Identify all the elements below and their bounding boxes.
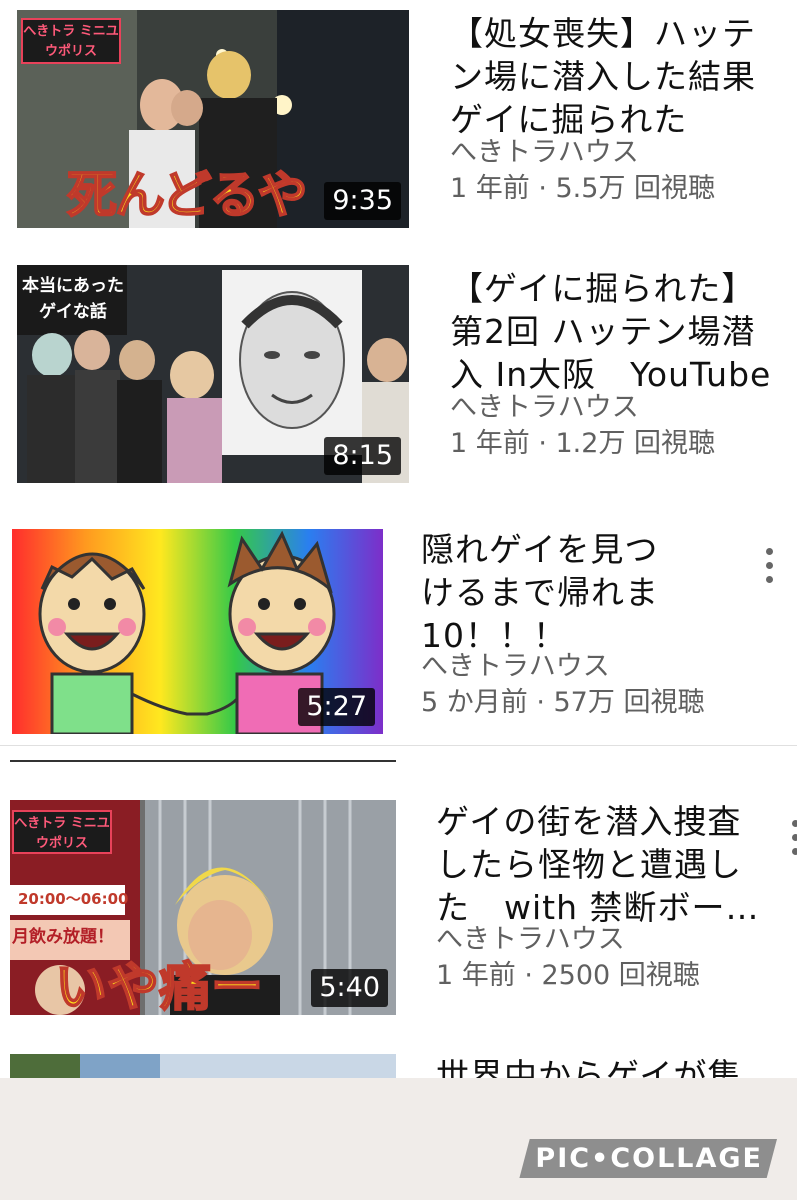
video-thumbnail[interactable]: へきトラ ミニユウポリス 死んどるや 9:35 bbox=[17, 10, 409, 228]
thumbnail-badge: へきトラ ミニユウポリス bbox=[12, 810, 112, 854]
video-card[interactable]: 世界中からゲイが集 bbox=[0, 1050, 797, 1078]
thumbnail-image bbox=[10, 1054, 396, 1078]
channel-name[interactable]: へきトラハウス bbox=[450, 136, 639, 170]
title-line: ン場に潜入した結果 bbox=[450, 57, 756, 96]
thumbnail-badge: へきトラ ミニユウポリス bbox=[21, 18, 121, 64]
video-meta: 1 年前 · 1.2万 回視聴 bbox=[450, 428, 716, 459]
video-duration: 9:35 bbox=[324, 182, 401, 220]
channel-name[interactable]: へきトラハウス bbox=[421, 650, 610, 684]
thumbnail-badge: 本当にあったゲイな話 bbox=[22, 276, 124, 322]
thumbnail-sign-text: 月飲み放題！ bbox=[12, 927, 114, 947]
video-thumbnail[interactable]: 5:27 bbox=[12, 529, 383, 734]
video-meta: 1 年前 · 2500 回視聴 bbox=[436, 960, 700, 991]
title-line: 【ゲイに掘られた】 bbox=[450, 269, 756, 308]
video-thumbnail[interactable] bbox=[10, 1054, 396, 1078]
video-title[interactable]: 【処女喪失】ハッテ ン場に潜入した結果 ゲイに掘られた bbox=[450, 12, 790, 141]
title-line: けるまで帰れま bbox=[421, 573, 659, 612]
title-line: 隠れゲイを見つ bbox=[421, 530, 659, 569]
video-title[interactable]: 隠れゲイを見つ けるまで帰れま 10！！！ bbox=[421, 528, 741, 657]
video-thumbnail[interactable]: へきトラ ミニユウポリス 20:00～06:00 月飲み放題！ いや痛ー 5:4… bbox=[10, 800, 396, 1015]
title-line: 世界中からゲイが集 bbox=[436, 1056, 742, 1078]
channel-name[interactable]: へきトラハウス bbox=[450, 391, 639, 425]
video-meta: 5 か月前 · 57万 回視聴 bbox=[421, 687, 705, 718]
video-card[interactable]: 本当にあったゲイな話 8:15 【ゲイに掘られた】 第2回 ハッテン場潜 入 I… bbox=[0, 255, 797, 495]
video-card[interactable]: へきトラ ミニユウポリス 20:00～06:00 月飲み放題！ いや痛ー 5:4… bbox=[0, 790, 797, 1030]
thumbnail-sign-text: 20:00～06:00 bbox=[18, 890, 129, 908]
more-options-icon[interactable] bbox=[789, 820, 797, 855]
video-duration: 5:40 bbox=[311, 969, 388, 1007]
title-line: ゲイに掘られた bbox=[450, 100, 688, 139]
video-title[interactable]: 【ゲイに掘られた】 第2回 ハッテン場潜 入 In大阪 YouTube bbox=[450, 267, 790, 396]
title-line: ゲイの街を潜入捜査 bbox=[436, 802, 742, 841]
video-meta: 1 年前 · 5.5万 回視聴 bbox=[450, 173, 716, 204]
title-line: 【処女喪失】ハッテ bbox=[450, 14, 756, 53]
divider bbox=[0, 745, 797, 746]
title-line: 第2回 ハッテン場潜 bbox=[450, 312, 756, 351]
channel-name[interactable]: へきトラハウス bbox=[436, 923, 625, 957]
divider bbox=[10, 760, 396, 762]
video-card[interactable]: へきトラ ミニユウポリス 死んどるや 9:35 【処女喪失】ハッテ ン場に潜入し… bbox=[0, 0, 797, 240]
video-thumbnail[interactable]: 本当にあったゲイな話 8:15 bbox=[17, 265, 409, 483]
video-duration: 5:27 bbox=[298, 688, 375, 726]
thumbnail-caption: 死んどるや bbox=[66, 165, 308, 225]
pic-collage-logo: PIC•COLLAGE bbox=[519, 1139, 777, 1178]
thumbnail-caption: いや痛ー bbox=[54, 957, 264, 1015]
title-line: したら怪物と遭遇し bbox=[436, 845, 742, 884]
collage-footer: PIC•COLLAGE bbox=[0, 1078, 797, 1200]
video-title[interactable]: 世界中からゲイが集 bbox=[436, 1054, 776, 1078]
more-options-icon[interactable] bbox=[763, 548, 775, 583]
video-card[interactable]: 5:27 隠れゲイを見つ けるまで帰れま 10！！！ へきトラハウス 5 か月前… bbox=[0, 520, 797, 745]
title-line: 入 In大阪 YouTube bbox=[450, 355, 772, 394]
video-title[interactable]: ゲイの街を潜入捜査 したら怪物と遭遇し た with 禁断ボー… bbox=[436, 800, 776, 929]
video-duration: 8:15 bbox=[324, 437, 401, 475]
